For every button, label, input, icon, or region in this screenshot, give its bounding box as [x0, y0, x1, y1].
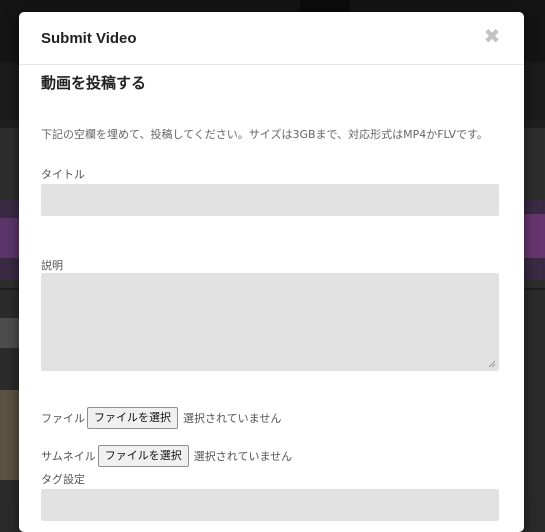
tags-input[interactable]: [41, 489, 499, 521]
section-heading: 動画を投稿する: [41, 74, 147, 92]
description-label: 説明: [41, 259, 63, 272]
file-upload-row: ファイル ファイルを選択 選択されていません: [41, 407, 281, 429]
close-icon[interactable]: ✖: [482, 26, 502, 46]
resize-grip-icon[interactable]: [488, 360, 496, 368]
background-heading-glyph: [0, 318, 20, 348]
file-choose-button[interactable]: ファイルを選択: [87, 407, 178, 429]
modal-header: Submit Video ✖: [19, 12, 524, 65]
thumbnail-status: 選択されていません: [193, 450, 293, 463]
tags-label: タグ設定: [41, 473, 85, 486]
background-banner-right: [521, 214, 545, 258]
thumbnail-upload-row: サムネイル ファイルを選択 選択されていません: [41, 445, 292, 467]
modal-title: Submit Video: [41, 30, 137, 47]
file-label: ファイル: [41, 412, 85, 425]
submit-video-modal: Submit Video ✖ 動画を投稿する 下記の空欄を埋めて、投稿してくださ…: [19, 12, 524, 532]
title-label: タイトル: [41, 168, 85, 181]
background-thumbnail: [0, 390, 20, 480]
thumbnail-label: サムネイル: [41, 450, 96, 463]
instructions-text: 下記の空欄を埋めて、投稿してください。サイズは3GBまで、対応形式はMP4かFL…: [41, 128, 488, 141]
thumbnail-choose-button[interactable]: ファイルを選択: [97, 445, 189, 467]
description-textarea[interactable]: [41, 273, 499, 371]
file-status: 選択されていません: [183, 412, 282, 425]
title-input[interactable]: [41, 184, 499, 216]
